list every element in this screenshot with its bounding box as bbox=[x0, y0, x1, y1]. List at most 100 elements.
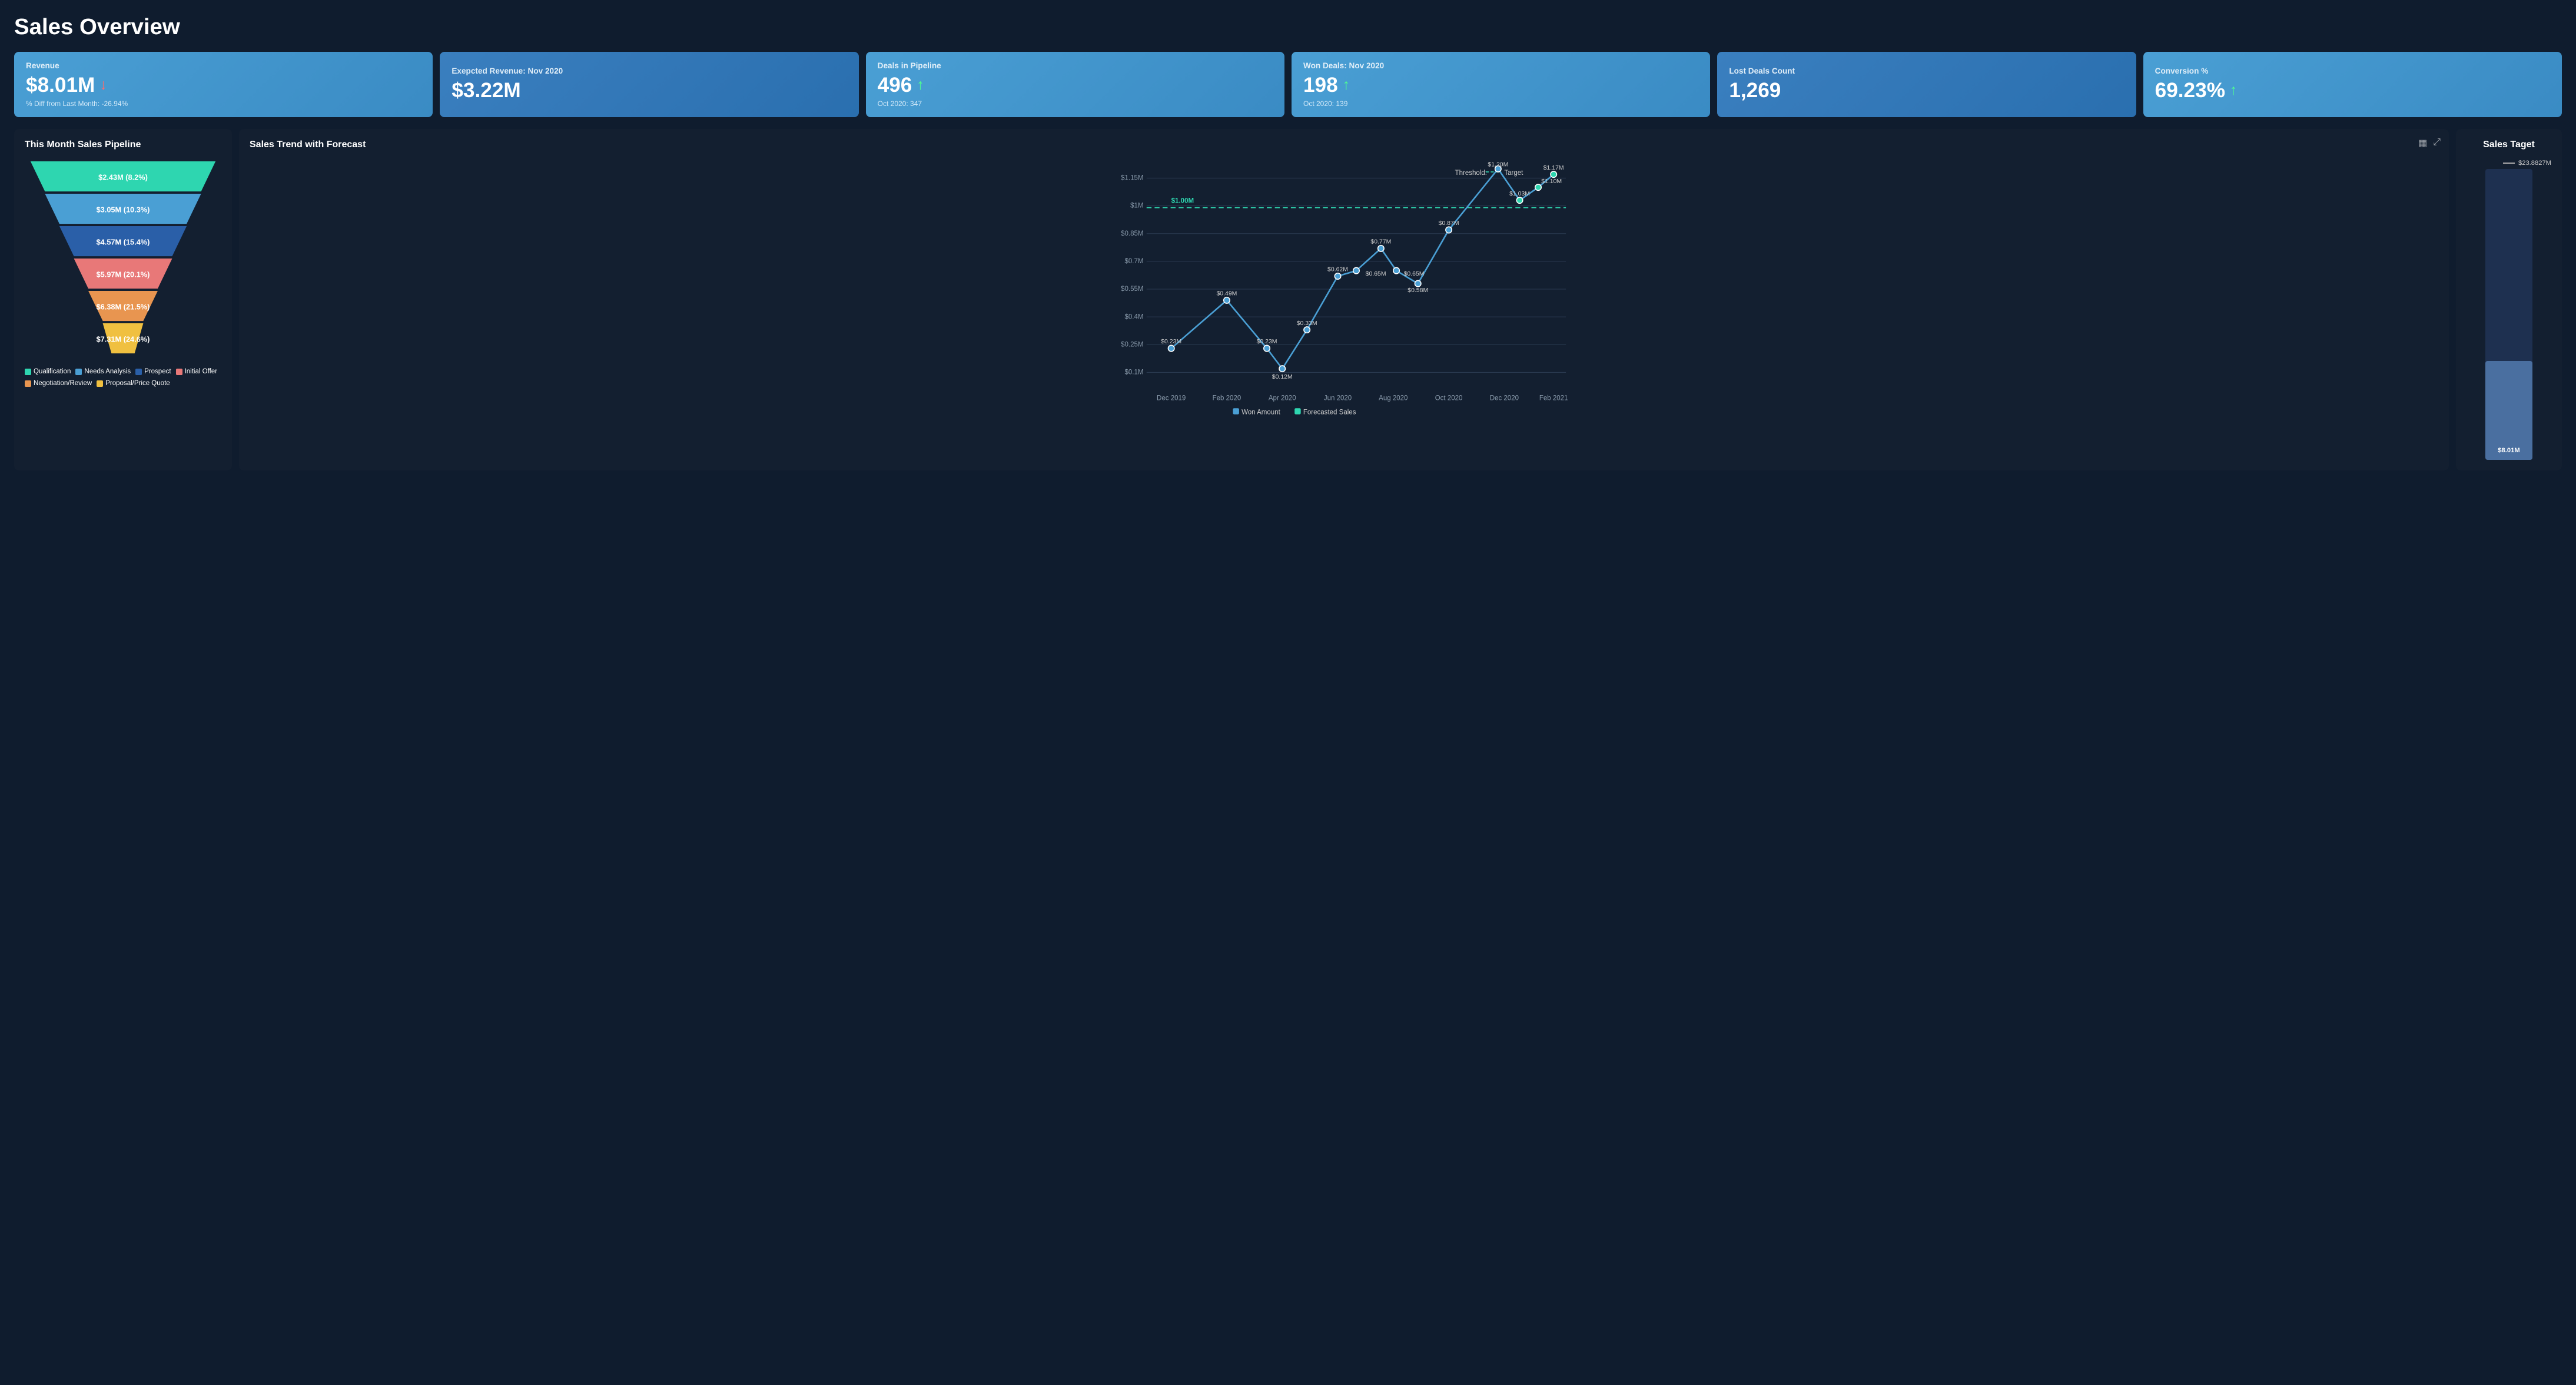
expand-icon[interactable]: ⤢ bbox=[2433, 137, 2441, 149]
svg-text:$0.33M: $0.33M bbox=[1297, 320, 1317, 327]
legend-label-initial-offer: Initial Offer bbox=[185, 368, 217, 375]
svg-text:$1.17M: $1.17M bbox=[1543, 165, 1564, 171]
trend-chart: $1.15M $1M $0.85M $0.7M $0.55M $0.4M $0.… bbox=[250, 160, 2438, 419]
negotiation-color bbox=[25, 380, 31, 387]
qualification-color bbox=[25, 369, 31, 375]
svg-text:Dec 2020: Dec 2020 bbox=[1490, 395, 1519, 402]
kpi-label-won-deals: Won Deals: Nov 2020 bbox=[1303, 61, 1698, 70]
svg-text:$0.23M: $0.23M bbox=[1257, 339, 1277, 345]
svg-text:$0.1M: $0.1M bbox=[1125, 369, 1144, 376]
legend-initial-offer: Initial Offer bbox=[176, 368, 217, 375]
svg-text:$1.00M: $1.00M bbox=[1171, 197, 1194, 204]
arrow-up-icon-won: ↑ bbox=[1343, 77, 1350, 94]
target-current-value: $8.01M bbox=[2498, 447, 2519, 454]
svg-text:$1M: $1M bbox=[1130, 203, 1143, 210]
svg-text:$2.43M (8.2%): $2.43M (8.2%) bbox=[98, 173, 148, 181]
svg-text:Dec 2019: Dec 2019 bbox=[1157, 395, 1186, 402]
kpi-card-lost-deals: Lost Deals Count 1,269 bbox=[1717, 52, 2136, 117]
target-value-display: $23.8827M bbox=[2518, 160, 2551, 167]
svg-text:$6.38M (21.5%): $6.38M (21.5%) bbox=[97, 302, 150, 311]
needs-analysis-color bbox=[75, 369, 82, 375]
kpi-sub-revenue: % Diff from Last Month: -26.94% bbox=[26, 100, 421, 108]
kpi-label-conversion: Conversion % bbox=[2155, 67, 2550, 75]
kpi-value-revenue: $8.01M ↓ bbox=[26, 74, 421, 97]
legend-label-proposal: Proposal/Price Quote bbox=[105, 380, 170, 387]
svg-text:$0.65M: $0.65M bbox=[1366, 271, 1386, 277]
trend-panel-title: Sales Trend with Forecast bbox=[250, 140, 2438, 150]
legend-prospect: Prospect bbox=[135, 368, 171, 375]
trend-panel: Sales Trend with Forecast ▦ ⤢ bbox=[239, 129, 2449, 470]
kpi-sub-won-deals: Oct 2020: 139 bbox=[1303, 100, 1698, 108]
kpi-label-revenue: Revenue bbox=[26, 61, 421, 70]
svg-text:$0.55M: $0.55M bbox=[1121, 286, 1143, 293]
svg-text:Feb 2020: Feb 2020 bbox=[1213, 395, 1241, 402]
svg-text:$0.12M: $0.12M bbox=[1272, 374, 1293, 380]
svg-text:$0.7M: $0.7M bbox=[1125, 258, 1144, 265]
legend-label-negotiation: Negotiation/Review bbox=[34, 380, 92, 387]
page-title: Sales Overview bbox=[14, 14, 2562, 40]
kpi-sub-deals-pipeline: Oct 2020: 347 bbox=[878, 100, 1273, 108]
funnel-legend: Qualification Needs Analysis Prospect In… bbox=[25, 368, 221, 387]
svg-text:$0.65M: $0.65M bbox=[1404, 271, 1425, 277]
kpi-card-expected-revenue: Exepcted Revenue: Nov 2020 $3.22M bbox=[440, 52, 858, 117]
kpi-value-deals-pipeline: 496 ↑ bbox=[878, 74, 1273, 97]
chart-icons: ▦ ⤢ bbox=[2418, 137, 2441, 149]
legend-label-qualification: Qualification bbox=[34, 368, 71, 375]
svg-text:$1.10M: $1.10M bbox=[1541, 178, 1562, 185]
kpi-card-deals-pipeline: Deals in Pipeline 496 ↑ Oct 2020: 347 bbox=[866, 52, 1284, 117]
kpi-label-lost-deals: Lost Deals Count bbox=[1729, 67, 2124, 75]
main-row: This Month Sales Pipeline $2.43M (8.2%) … bbox=[14, 129, 2562, 470]
kpi-value-won-deals: 198 ↑ bbox=[1303, 74, 1698, 97]
svg-text:$0.87M: $0.87M bbox=[1439, 220, 1459, 227]
svg-text:$0.77M: $0.77M bbox=[1370, 238, 1391, 245]
legend-negotiation: Negotiation/Review bbox=[25, 380, 92, 387]
svg-text:$5.97M (20.1%): $5.97M (20.1%) bbox=[97, 270, 150, 279]
arrow-up-icon-conversion: ↑ bbox=[2230, 82, 2237, 99]
svg-text:Won Amount: Won Amount bbox=[1241, 409, 1281, 416]
kpi-card-revenue: Revenue $8.01M ↓ % Diff from Last Month:… bbox=[14, 52, 433, 117]
svg-text:$7.31M (24.6%): $7.31M (24.6%) bbox=[97, 334, 150, 343]
svg-text:Threshold:: Threshold: bbox=[1455, 170, 1487, 177]
pipeline-panel: This Month Sales Pipeline $2.43M (8.2%) … bbox=[14, 129, 232, 470]
svg-text:Oct 2020: Oct 2020 bbox=[1435, 395, 1463, 402]
legend-proposal: Proposal/Price Quote bbox=[97, 380, 170, 387]
kpi-value-lost-deals: 1,269 bbox=[1729, 79, 2124, 102]
svg-text:Apr 2020: Apr 2020 bbox=[1269, 395, 1296, 402]
svg-text:$0.49M: $0.49M bbox=[1216, 290, 1237, 297]
svg-text:Feb 2021: Feb 2021 bbox=[1539, 395, 1568, 402]
target-line-indicator bbox=[2503, 163, 2515, 164]
sales-target-panel: Sales Taget $23.8827M $8.01M bbox=[2456, 129, 2562, 470]
kpi-card-won-deals: Won Deals: Nov 2020 198 ↑ Oct 2020: 139 bbox=[1292, 52, 1710, 117]
kpi-label-deals-pipeline: Deals in Pipeline bbox=[878, 61, 1273, 70]
svg-text:Forecasted Sales: Forecasted Sales bbox=[1303, 409, 1356, 416]
svg-text:$0.25M: $0.25M bbox=[1121, 341, 1143, 348]
svg-text:$3.05M (10.3%): $3.05M (10.3%) bbox=[97, 205, 150, 214]
svg-text:$0.4M: $0.4M bbox=[1125, 313, 1144, 320]
kpi-label-expected-revenue: Exepcted Revenue: Nov 2020 bbox=[452, 67, 847, 75]
target-bar-fill bbox=[2485, 361, 2532, 460]
svg-text:Aug 2020: Aug 2020 bbox=[1379, 395, 1407, 402]
svg-text:$0.62M: $0.62M bbox=[1327, 267, 1348, 273]
legend-needs-analysis: Needs Analysis bbox=[75, 368, 131, 375]
svg-text:Target: Target bbox=[1504, 170, 1523, 177]
target-bar-container: $8.01M bbox=[2485, 169, 2532, 460]
kpi-card-conversion: Conversion % 69.23% ↑ bbox=[2143, 52, 2562, 117]
funnel-chart: $2.43M (8.2%) $3.05M (10.3%) $4.57M (15.… bbox=[25, 160, 221, 360]
kpi-value-conversion: 69.23% ↑ bbox=[2155, 79, 2550, 102]
sales-target-title: Sales Taget bbox=[2483, 140, 2535, 150]
bar-chart-icon[interactable]: ▦ bbox=[2418, 137, 2427, 149]
svg-text:$0.58M: $0.58M bbox=[1407, 287, 1428, 294]
kpi-row: Revenue $8.01M ↓ % Diff from Last Month:… bbox=[14, 52, 2562, 117]
prospect-color bbox=[135, 369, 142, 375]
svg-text:$4.57M (15.4%): $4.57M (15.4%) bbox=[97, 237, 150, 246]
svg-text:$1.03M: $1.03M bbox=[1509, 191, 1530, 197]
proposal-color bbox=[97, 380, 103, 387]
arrow-down-icon: ↓ bbox=[99, 77, 107, 94]
legend-qualification: Qualification bbox=[25, 368, 71, 375]
arrow-up-icon-deals: ↑ bbox=[917, 77, 924, 94]
svg-text:$1.20M: $1.20M bbox=[1488, 162, 1508, 168]
svg-text:$1.15M: $1.15M bbox=[1121, 175, 1143, 182]
pipeline-panel-title: This Month Sales Pipeline bbox=[25, 140, 221, 150]
kpi-value-expected-revenue: $3.22M bbox=[452, 79, 847, 102]
svg-text:Jun 2020: Jun 2020 bbox=[1324, 395, 1352, 402]
